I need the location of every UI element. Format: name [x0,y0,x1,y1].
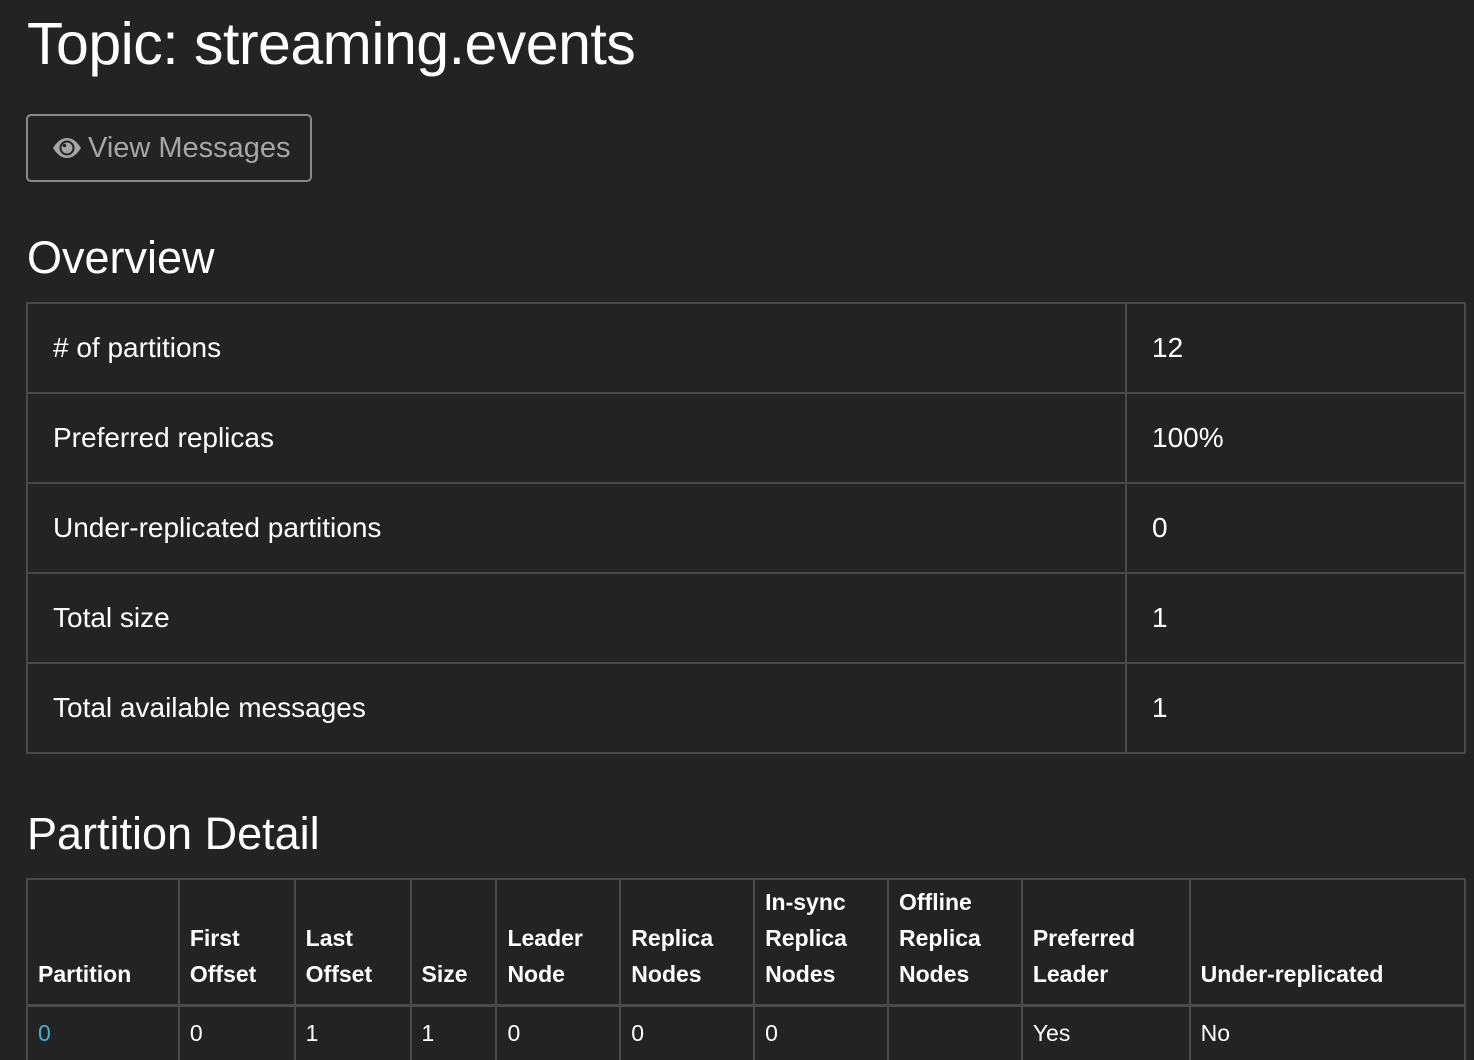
overview-row: # of partitions 12 [26,302,1466,394]
column-header-text: In-sync [765,888,846,915]
partition-cell: 1 [293,1004,412,1060]
overview-row-label: Total available messages [26,662,1127,754]
column-header[interactable]: In-sync Replica Nodes [753,878,889,1007]
column-header-text: Preferred [1032,924,1136,951]
column-header-text: Last [305,924,353,951]
column-header[interactable]: Under-replicated [1188,878,1467,1007]
page-title: Topic: streaming.events [27,11,636,77]
overview-row-value: 1 [1125,662,1466,754]
partition-row: 0 0 1 1 0 0 0 Yes No [26,1004,1467,1060]
partition-cell: No [1188,1004,1467,1060]
column-header-text: Offset [189,960,257,987]
column-header[interactable]: Leader Node [495,878,622,1007]
partition-detail-table: Partition First Offset Last Offset Size Leader… [26,878,1467,1060]
column-header-text: Under-replicated [1200,960,1384,987]
partition-detail-heading: Partition Detail [27,808,320,859]
column-header-text: Offline [898,888,972,915]
overview-row-value: 12 [1125,302,1466,394]
partition-cell [886,1004,1023,1060]
column-header-text: Node [507,960,565,987]
partition-cell: 0 [177,1004,296,1060]
partition-cell: Yes [1020,1004,1191,1060]
overview-row: Total size 1 [26,572,1466,664]
eye-icon [52,137,82,159]
column-header-text: Nodes [631,960,702,987]
partition-cell: 0 [26,1004,180,1060]
column-header-text: Leader [1032,960,1109,987]
overview-row-label: Preferred replicas [26,392,1127,484]
view-messages-label: View Messages [88,131,291,164]
partition-cell: 0 [495,1004,622,1060]
column-header-text: Size [421,960,468,987]
overview-row-label: Total size [26,572,1127,664]
column-header-text: Replica [631,924,714,951]
partition-cell: 1 [409,1004,498,1060]
column-header[interactable]: Size [409,878,498,1007]
overview-row-label: Under-replicated partitions [26,482,1127,574]
overview-row: Preferred replicas 100% [26,392,1466,484]
column-header[interactable]: First Offset [177,878,296,1007]
column-header-text: Leader [507,924,583,951]
overview-table: # of partitions 12 Preferred replicas 100% U… [26,302,1466,754]
partition-header-row: Partition First Offset Last Offset Size Leader… [26,878,1467,1007]
column-header-text: Nodes [898,960,970,987]
column-header-text: Replica [898,924,981,951]
column-header-text: Replica [765,924,847,951]
column-header[interactable]: Last Offset [293,878,412,1007]
partition-link[interactable]: 0 [38,1020,51,1046]
column-header[interactable]: Replica Nodes [619,878,756,1007]
overview-row-value: 1 [1125,572,1466,664]
column-header[interactable]: Offline Replica Nodes [886,878,1023,1007]
overview-row-label: # of partitions [26,302,1127,394]
column-header[interactable]: Preferred Leader [1020,878,1191,1007]
overview-heading: Overview [27,232,215,283]
overview-row-value: 0 [1125,482,1466,574]
overview-row: Under-replicated partitions 0 [26,482,1466,574]
column-header-text: Partition [38,960,132,987]
partition-cell: 0 [619,1004,756,1060]
column-header-text: Offset [305,960,373,987]
column-header-text: Nodes [765,960,836,987]
view-messages-button[interactable]: View Messages [26,114,312,182]
column-header-text: First [189,924,240,951]
partition-cell: 0 [753,1004,889,1060]
overview-row: Total available messages 1 [26,662,1466,754]
column-header[interactable]: Partition [26,878,180,1007]
overview-row-value: 100% [1125,392,1466,484]
